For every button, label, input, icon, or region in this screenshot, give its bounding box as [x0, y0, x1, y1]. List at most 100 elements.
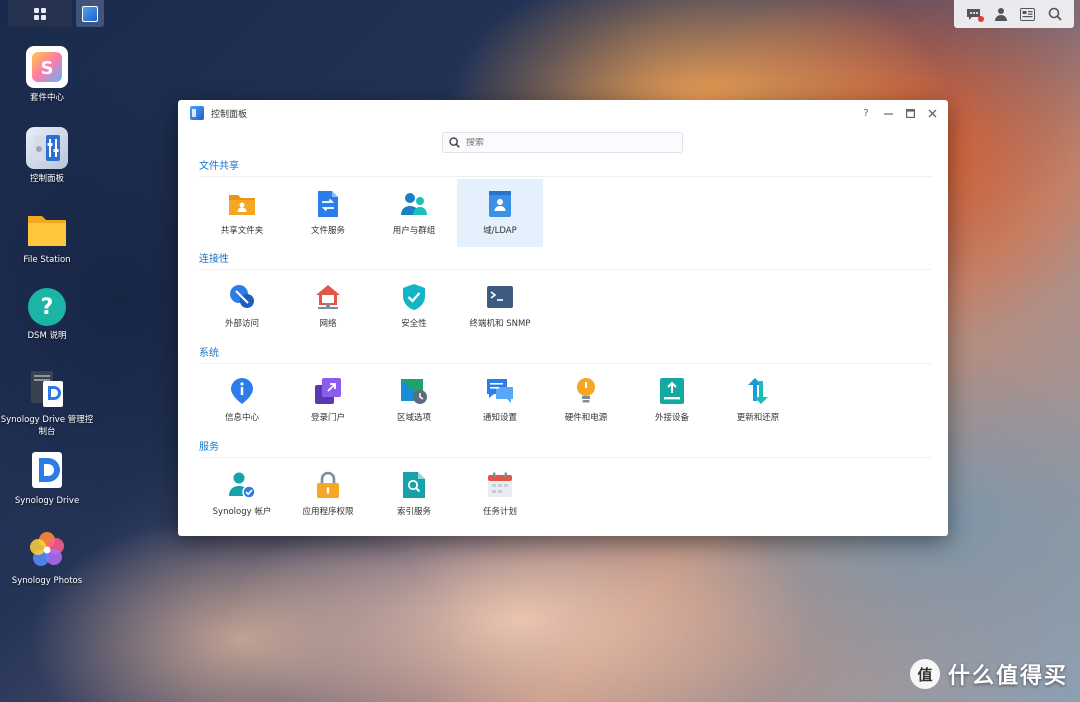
- item-info-center[interactable]: 信息中心: [199, 366, 285, 434]
- item-file-services[interactable]: 文件服务: [285, 179, 371, 247]
- control-panel-icon: [190, 106, 204, 120]
- taskbar-control-panel-button[interactable]: [76, 0, 104, 27]
- desktop-item-dsm-help[interactable]: ? DSM 说明: [0, 288, 94, 342]
- close-button[interactable]: [926, 107, 938, 119]
- widgets-icon[interactable]: [1020, 6, 1036, 22]
- desktop-item-drive-admin[interactable]: Synology Drive 管理控制台: [0, 368, 94, 438]
- item-security[interactable]: 安全性: [371, 272, 457, 340]
- item-label: 更新和还原: [736, 413, 780, 423]
- users-groups-icon: [400, 190, 428, 218]
- svg-text:S: S: [41, 58, 54, 79]
- item-update-restore[interactable]: 更新和还原: [715, 366, 801, 434]
- watermark-text: 什么值得买: [947, 664, 1068, 689]
- help-button[interactable]: ?: [860, 107, 872, 119]
- item-terminal-snmp[interactable]: 终端机和 SNMP: [457, 272, 543, 340]
- item-notification[interactable]: 通知设置: [457, 366, 543, 434]
- section-file-sharing: 文件共享 共享文件夹 文件服务 用户与群组 域/LDAP: [199, 157, 932, 247]
- grid-icon: [34, 7, 46, 20]
- desktop-item-label: 控制面板: [29, 174, 64, 184]
- app-privileges-icon: [314, 471, 342, 499]
- item-label: 索引服务: [396, 507, 431, 517]
- control-panel-icon: [82, 5, 98, 22]
- chat-notification-icon[interactable]: [966, 6, 984, 22]
- item-label: 域/LDAP: [483, 226, 517, 236]
- maximize-button[interactable]: [904, 107, 916, 119]
- section-title: 连接性: [199, 250, 932, 270]
- desktop-item-file-station[interactable]: File Station: [0, 208, 94, 266]
- desktop-item-label: 套件中心: [29, 93, 64, 103]
- security-icon: [400, 283, 428, 311]
- desktop-item-synology-photos[interactable]: Synology Photos: [0, 529, 94, 587]
- item-synology-account[interactable]: Synology 帐户: [199, 460, 285, 528]
- section-services: 服务 Synology 帐户 应用程序权限 索引服务 任务计划: [199, 438, 932, 528]
- item-task-scheduler[interactable]: 任务计划: [457, 460, 543, 528]
- external-devices-icon: [658, 377, 686, 405]
- desktop-item-label: File Station: [23, 255, 71, 265]
- search-icon: [449, 137, 460, 148]
- control-panel-window: 控制面板 ? 文件共享 共享文件夹: [178, 100, 948, 536]
- regional-options-icon: [400, 377, 428, 405]
- item-label: 区域选项: [396, 413, 431, 423]
- file-services-icon: [314, 190, 342, 218]
- user-icon[interactable]: [993, 6, 1009, 22]
- notification-icon: [486, 377, 514, 405]
- network-icon: [314, 283, 342, 311]
- system-tray: [954, 0, 1074, 28]
- watermark-logo: 值: [909, 659, 940, 689]
- item-label: 任务计划: [482, 507, 517, 517]
- shared-folder-icon: [228, 190, 256, 218]
- item-label: 信息中心: [224, 413, 259, 423]
- section-title: 服务: [199, 438, 932, 458]
- item-external-access[interactable]: 外部访问: [199, 272, 285, 340]
- synology-account-icon: [228, 471, 256, 499]
- task-scheduler-icon: [486, 471, 514, 499]
- item-label: 终端机和 SNMP: [469, 319, 531, 329]
- item-regional-options[interactable]: 区域选项: [371, 366, 457, 434]
- item-shared-folder[interactable]: 共享文件夹: [199, 179, 285, 247]
- minimize-button[interactable]: [882, 107, 894, 119]
- item-indexing-service[interactable]: 索引服务: [371, 460, 457, 528]
- help-icon: ?: [28, 288, 66, 326]
- control-panel-icon: [26, 127, 68, 169]
- terminal-icon: [486, 283, 514, 311]
- item-label: 用户与群组: [392, 226, 436, 236]
- item-label: 网络: [319, 319, 337, 329]
- window-titlebar[interactable]: 控制面板 ?: [178, 100, 948, 126]
- login-portal-icon: [314, 377, 342, 405]
- item-app-privileges[interactable]: 应用程序权限: [285, 460, 371, 528]
- item-label: 通知设置: [482, 413, 517, 423]
- item-label: Synology 帐户: [212, 507, 272, 517]
- item-hardware-power[interactable]: 硬件和电源: [543, 366, 629, 434]
- hardware-power-icon: [572, 377, 600, 405]
- search-input[interactable]: [466, 137, 666, 148]
- photos-icon: [26, 529, 68, 571]
- desktop-item-label: DSM 说明: [27, 331, 67, 341]
- item-label: 应用程序权限: [302, 507, 354, 517]
- drive-icon: [26, 449, 68, 491]
- desktop-item-synology-drive[interactable]: Synology Drive: [0, 449, 94, 507]
- desktop-item-control-panel[interactable]: 控制面板: [0, 127, 94, 185]
- desktop-item-label: Synology Drive 管理控制台: [0, 415, 94, 437]
- item-login-portal[interactable]: 登录门户: [285, 366, 371, 434]
- update-restore-icon: [744, 377, 772, 405]
- section-title: 文件共享: [199, 157, 932, 177]
- folder-icon: [26, 208, 68, 250]
- package-center-icon: S: [26, 46, 68, 88]
- item-network[interactable]: 网络: [285, 272, 371, 340]
- search-icon[interactable]: [1047, 6, 1063, 22]
- item-label: 登录门户: [310, 413, 345, 423]
- item-domain-ldap[interactable]: 域/LDAP: [457, 179, 543, 247]
- search-box[interactable]: [442, 132, 683, 153]
- item-users-groups[interactable]: 用户与群组: [371, 179, 457, 247]
- main-menu-button[interactable]: [8, 0, 72, 27]
- indexing-service-icon: [400, 471, 428, 499]
- taskbar: [8, 0, 104, 27]
- drive-admin-icon: [26, 368, 68, 410]
- info-center-icon: [228, 377, 256, 405]
- desktop-item-label: Synology Photos: [11, 576, 83, 586]
- item-label: 外部访问: [224, 319, 259, 329]
- item-label: 外接设备: [654, 413, 689, 423]
- item-label: 硬件和电源: [564, 413, 608, 423]
- desktop-item-package-center[interactable]: S 套件中心: [0, 46, 94, 104]
- item-external-devices[interactable]: 外接设备: [629, 366, 715, 434]
